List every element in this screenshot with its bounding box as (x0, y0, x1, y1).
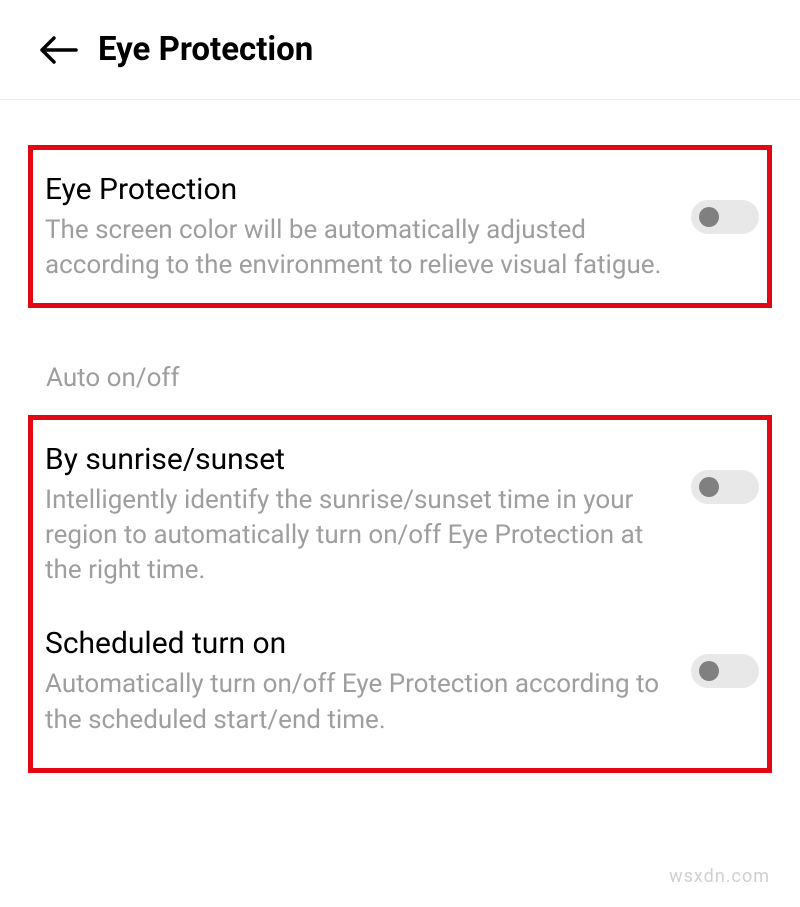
page-title: Eye Protection (98, 30, 313, 69)
header: Eye Protection (0, 0, 800, 100)
scheduled-toggle[interactable] (691, 654, 759, 688)
scheduled-row[interactable]: Scheduled turn on Automatically turn on/… (45, 606, 767, 755)
sunrise-sunset-row[interactable]: By sunrise/sunset Intelligently identify… (45, 432, 767, 606)
sunrise-sunset-description: Intelligently identify the sunrise/sunse… (45, 483, 671, 588)
scheduled-description: Automatically turn on/off Eye Protection… (45, 667, 671, 737)
toggle-knob-icon (699, 477, 719, 497)
eye-protection-title: Eye Protection (45, 170, 671, 209)
scheduled-text: Scheduled turn on Automatically turn on/… (45, 624, 691, 737)
sunrise-sunset-toggle[interactable] (691, 470, 759, 504)
toggle-knob-icon (699, 661, 719, 681)
eye-protection-text: Eye Protection The screen color will be … (45, 170, 691, 283)
back-arrow-icon (40, 36, 78, 64)
auto-section-label: Auto on/off (0, 308, 800, 415)
sunrise-sunset-text: By sunrise/sunset Intelligently identify… (45, 440, 691, 588)
eye-protection-row[interactable]: Eye Protection The screen color will be … (45, 162, 767, 291)
main-settings-group: Eye Protection The screen color will be … (0, 145, 800, 308)
eye-protection-toggle[interactable] (691, 200, 759, 234)
content: Eye Protection The screen color will be … (0, 145, 800, 773)
toggle-knob-icon (699, 207, 719, 227)
eye-protection-highlight: Eye Protection The screen color will be … (28, 145, 772, 308)
auto-settings-highlight: By sunrise/sunset Intelligently identify… (28, 415, 772, 772)
sunrise-sunset-title: By sunrise/sunset (45, 440, 671, 479)
watermark: wsxdn.com (669, 866, 770, 887)
back-button[interactable] (40, 31, 78, 69)
scheduled-title: Scheduled turn on (45, 624, 671, 663)
eye-protection-description: The screen color will be automatically a… (45, 213, 671, 283)
